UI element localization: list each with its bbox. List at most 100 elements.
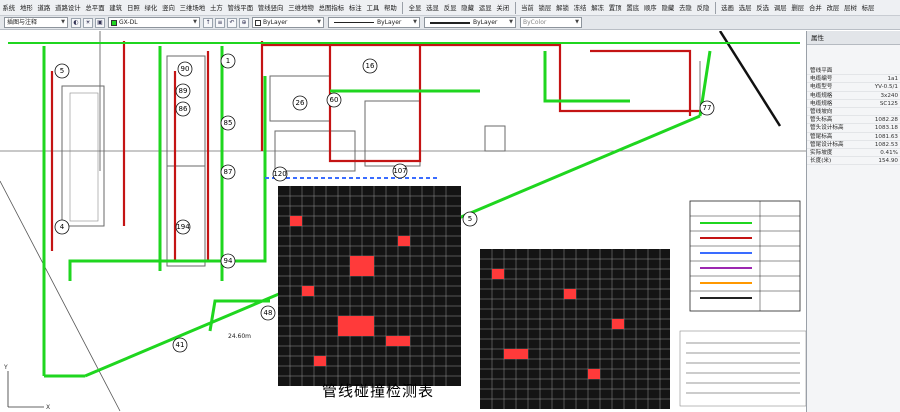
layer-freeze-icon[interactable]: ☀: [83, 17, 93, 28]
property-value[interactable]: 1082.28: [859, 116, 900, 123]
property-value[interactable]: 1081.63: [859, 133, 900, 140]
pipe-label-bubble[interactable]: 94: [220, 253, 236, 269]
layer-manager-icon[interactable]: ≡: [215, 17, 225, 28]
menu-item-edit-3[interactable]: 隐藏: [459, 0, 477, 16]
menu-item-main-0[interactable]: 系统: [0, 0, 18, 16]
menu-item-view-5[interactable]: 合并: [807, 0, 825, 16]
menu-item-main-1[interactable]: 地形: [18, 0, 36, 16]
pipe-label-bubble[interactable]: 4: [54, 219, 70, 235]
menu-item-view-4[interactable]: 删层: [789, 0, 807, 16]
text-style-combo[interactable]: 插图与注释 ▼: [4, 17, 68, 28]
property-row[interactable]: 电缆规格 SC125: [807, 100, 900, 108]
pipe-label-bubble[interactable]: 48: [260, 305, 276, 321]
layer-previous-icon[interactable]: ↶: [227, 17, 237, 28]
menu-item-main-15[interactable]: 标注: [347, 0, 365, 16]
menu-item-main-3[interactable]: 道路设计: [53, 0, 83, 16]
pipe-label-bubble[interactable]: 107: [392, 163, 408, 179]
pipe-label-bubble[interactable]: 41: [172, 337, 188, 353]
menu-item-edit-0[interactable]: 全显: [406, 0, 424, 16]
pipe-label-bubble[interactable]: 87: [220, 164, 236, 180]
property-value[interactable]: 1a1: [859, 75, 900, 82]
menu-item-main-13[interactable]: 三维地物: [286, 0, 316, 16]
menu-item-edit-4[interactable]: 运显: [476, 0, 494, 16]
pipe-label-bubble[interactable]: 77: [699, 100, 715, 116]
menu-item-ops-4[interactable]: 解冻: [589, 0, 607, 16]
menu-item-main-6[interactable]: 日照: [125, 0, 143, 16]
pipe-label-bubble[interactable]: 5: [462, 211, 478, 227]
menu-item-edit-1[interactable]: 选显: [424, 0, 442, 16]
menu-item-main-17[interactable]: 帮助: [382, 0, 400, 16]
property-row[interactable]: 实际坡度 0.41%: [807, 149, 900, 158]
property-value[interactable]: SC125: [859, 100, 900, 107]
property-value[interactable]: 0.41%: [859, 149, 900, 156]
pipe-label-bubble[interactable]: 90: [177, 61, 193, 77]
pipe-label-bubble[interactable]: 26: [292, 95, 308, 111]
menu-item-ops-2[interactable]: 解锁: [554, 0, 572, 16]
plotstyle-combo[interactable]: ByColor ▼: [520, 17, 582, 28]
menu-item-ops-0[interactable]: 当前: [519, 0, 537, 16]
pipe-label-bubble[interactable]: 89: [175, 83, 191, 99]
property-row[interactable]: 电缆编号 1a1: [807, 75, 900, 84]
color-combo[interactable]: ByLayer ▼: [252, 17, 324, 28]
layer-lock-icon[interactable]: ▣: [95, 17, 105, 28]
menu-item-ops-5[interactable]: 置顶: [606, 0, 624, 16]
property-value[interactable]: [859, 108, 900, 115]
menu-item-view-6[interactable]: 改层: [824, 0, 842, 16]
pipe-label-bubble[interactable]: 60: [326, 92, 342, 108]
property-row[interactable]: 管头标高 1082.28: [807, 116, 900, 125]
property-row[interactable]: 管头设计标高 1083.18: [807, 124, 900, 133]
menu-item-view-1[interactable]: 选层: [736, 0, 754, 16]
menu-item-main-16[interactable]: 工具: [364, 0, 382, 16]
property-row[interactable]: 电缆规格 3x240: [807, 92, 900, 100]
layer-match-icon[interactable]: ⊕: [239, 17, 249, 28]
menu-item-view-7[interactable]: 层树: [842, 0, 860, 16]
menu-item-main-11[interactable]: 管线平面: [225, 0, 255, 16]
property-value[interactable]: 1083.18: [859, 124, 900, 131]
menu-item-main-4[interactable]: 总平面: [83, 0, 107, 16]
pipe-label-bubble[interactable]: 120: [272, 166, 288, 182]
pipe-label-bubble[interactable]: 85: [220, 115, 236, 131]
pipe-label-bubble[interactable]: 16: [362, 58, 378, 74]
menu-item-view-0[interactable]: 选画: [719, 0, 737, 16]
menu-item-main-9[interactable]: 三维场地: [177, 0, 207, 16]
menu-item-edit-2[interactable]: 反显: [441, 0, 459, 16]
make-current-icon[interactable]: ↑: [203, 17, 213, 28]
property-value[interactable]: [859, 67, 900, 74]
property-value[interactable]: YV-0.5/1: [859, 83, 900, 90]
drawing-canvas[interactable]: 90 1 89 86 85 87 194 41 48 26 60 16 120 …: [0, 31, 806, 412]
menu-item-main-10[interactable]: 土方: [208, 0, 226, 16]
lineweight-combo[interactable]: ByLayer ▼: [424, 17, 516, 28]
menu-item-ops-8[interactable]: 隐藏: [659, 0, 677, 16]
menu-item-edit-5[interactable]: 关闭: [494, 0, 512, 16]
property-row[interactable]: 电缆型号 YV-0.5/1: [807, 83, 900, 92]
property-value[interactable]: 1082.53: [859, 141, 900, 148]
menu-item-ops-3[interactable]: 冻结: [571, 0, 589, 16]
menu-item-main-2[interactable]: 道路: [35, 0, 53, 16]
menu-item-main-12[interactable]: 管线竖向: [255, 0, 285, 16]
menu-item-main-7[interactable]: 绿化: [142, 0, 160, 16]
property-row[interactable]: 管尾设计标高 1082.53: [807, 141, 900, 149]
linetype-combo[interactable]: ByLayer ▼: [328, 17, 420, 28]
menu-item-view-8[interactable]: 标层: [859, 0, 877, 16]
menu-item-main-5[interactable]: 建筑: [107, 0, 125, 16]
layer-state-icon[interactable]: ◐: [71, 17, 81, 28]
pipe-label-bubble[interactable]: 5: [54, 63, 70, 79]
property-value[interactable]: 3x240: [859, 92, 900, 99]
property-row[interactable]: 管线平面: [807, 67, 900, 76]
menu-item-view-3[interactable]: 调层: [771, 0, 789, 16]
menu-item-main-8[interactable]: 竖向: [160, 0, 178, 16]
property-row[interactable]: 管线坡向: [807, 108, 900, 117]
pipe-label-bubble[interactable]: 1: [220, 53, 236, 69]
property-value[interactable]: 154.90: [859, 157, 900, 164]
pipe-label-bubble[interactable]: 86: [175, 101, 191, 117]
menu-item-ops-6[interactable]: 置底: [624, 0, 642, 16]
menu-item-ops-1[interactable]: 锁层: [536, 0, 554, 16]
menu-item-main-14[interactable]: 总图指标: [316, 0, 346, 16]
layer-combo[interactable]: GX-DL ▼: [108, 17, 200, 28]
property-row[interactable]: 长度(米) 154.90: [807, 157, 900, 166]
pipe-label-bubble[interactable]: 194: [175, 219, 191, 235]
menu-item-ops-10[interactable]: 反隐: [694, 0, 712, 16]
property-row[interactable]: 管尾标高 1081.63: [807, 133, 900, 141]
menu-item-view-2[interactable]: 反选: [754, 0, 772, 16]
menu-item-ops-9[interactable]: 去隐: [677, 0, 695, 16]
